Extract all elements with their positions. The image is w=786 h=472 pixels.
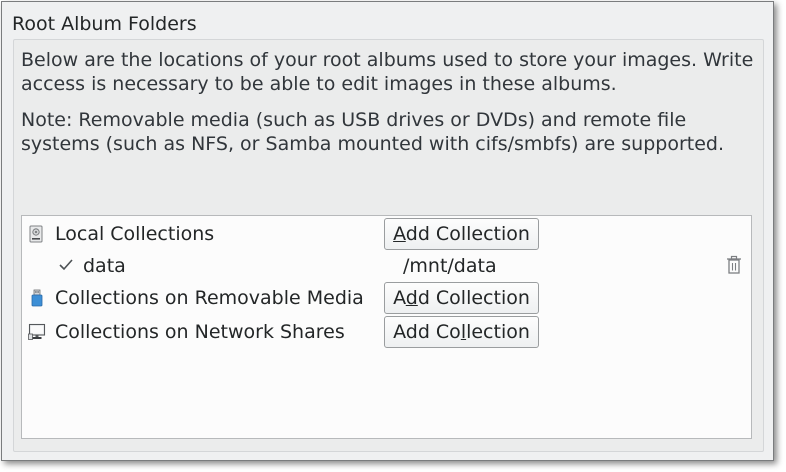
button-text-pre: A (393, 287, 406, 309)
usb-drive-icon (31, 289, 43, 307)
description-text: Below are the locations of your root alb… (21, 49, 754, 95)
collection-name: data (83, 255, 126, 277)
trash-icon[interactable] (725, 255, 743, 275)
collections-list[interactable]: Local Collections Add Collection data /m… (21, 215, 752, 439)
collection-path: /mnt/data (403, 255, 497, 277)
button-text-post: lection (466, 321, 530, 343)
collection-item-data[interactable]: data /mnt/data (22, 250, 751, 282)
network-computer-icon (28, 323, 46, 340)
button-mnemonic: A (393, 223, 406, 245)
local-collections-label: Local Collections (55, 223, 215, 245)
button-text-pre: Add Co (393, 321, 461, 343)
collection-group-local[interactable]: Local Collections Add Collection (22, 218, 751, 250)
network-collections-label: Collections on Network Shares (55, 321, 345, 343)
button-mnemonic: d (405, 287, 418, 309)
collection-group-network[interactable]: Collections on Network Shares Add Collec… (22, 316, 751, 348)
hard-drive-icon (29, 225, 43, 243)
button-text-post: d Collection (417, 287, 530, 309)
note-text: Note: Removable media (such as USB drive… (21, 109, 724, 155)
collection-group-removable[interactable]: Collections on Removable Media Add Colle… (22, 282, 751, 314)
add-network-collection-button[interactable]: Add Collection (384, 316, 539, 348)
button-text-post: dd Collection (405, 223, 530, 245)
group-title: Root Album Folders (12, 13, 197, 35)
add-local-collection-button[interactable]: Add Collection (384, 218, 539, 250)
removable-collections-label: Collections on Removable Media (55, 287, 364, 309)
add-removable-collection-button[interactable]: Add Collection (384, 282, 539, 314)
check-icon (59, 259, 73, 271)
